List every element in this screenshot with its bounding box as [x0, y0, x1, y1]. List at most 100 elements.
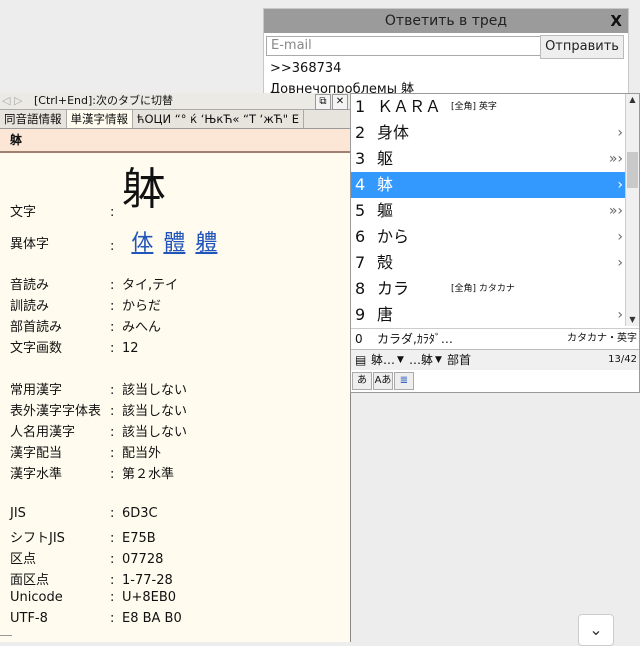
moji-row: 文字:	[10, 201, 122, 220]
row-value: 12	[122, 341, 139, 356]
row-label: JIS	[10, 506, 26, 521]
candidate-item[interactable]: 6 から ›	[351, 224, 627, 250]
scroll-up-icon[interactable]: ▲	[626, 94, 639, 106]
candidate-number: 4	[355, 175, 366, 194]
candidate-status-bar: ▤ 躰… ▼ …躰 ▼ 部首 13/42	[351, 349, 639, 370]
close-icon[interactable]: ✕	[332, 94, 348, 110]
candidate-word: カラ	[377, 279, 410, 298]
candidate-list: 1 ＫＡＲＡ [全角] 英字 2 身体 › 3 躯 »› 4 躰 › 5 軀 »› 6 から › 7 殻 ›…	[351, 94, 627, 328]
itaiji-row: 異体字	[10, 233, 110, 252]
variant-link[interactable]: 體	[163, 231, 185, 256]
email-field[interactable]: E-mail	[266, 36, 544, 56]
copy-icon[interactable]: ⧉	[315, 94, 331, 110]
candidate-item[interactable]: 8 カラ [全角] カタカナ	[351, 276, 627, 302]
candidate-word: 躯	[377, 149, 394, 168]
candidate-item[interactable]: 2 身体 ›	[351, 120, 627, 146]
info-row: 常用漢字: 該当しない	[10, 379, 187, 398]
candidate-scrollbar[interactable]: ▲ ▼	[625, 94, 639, 326]
candidate-number: 3	[355, 149, 366, 168]
status-kanji-lookup-2[interactable]: …躰	[409, 350, 433, 370]
row-label: 音読み	[10, 278, 50, 293]
expand-arrow-icon: ›	[617, 229, 623, 245]
expand-arrow-icon: ›	[617, 255, 623, 271]
row-label: Unicode	[10, 590, 63, 605]
info-row: Unicode: U+8EB0	[10, 590, 177, 605]
row-value: みへん	[122, 320, 162, 335]
info-row: 漢字水準: 第２水準	[10, 463, 174, 482]
row-label: シフトJIS	[10, 531, 65, 546]
send-button[interactable]: Отправить	[540, 35, 624, 59]
row-label: 文字画数	[10, 341, 63, 356]
variant-link[interactable]: 体	[131, 231, 153, 256]
candidate-preview[interactable]: 0 カラダ,ｶﾗﾀﾞ… カタカナ・英字	[351, 328, 639, 349]
candidate-number: 9	[355, 305, 366, 324]
input-mode-bar: あ Aあ ≣	[351, 372, 414, 392]
row-value: 1-77-28	[122, 573, 173, 588]
candidate-item[interactable]: 1 ＫＡＲＡ [全角] 英字	[351, 94, 627, 120]
candidate-item[interactable]: 5 軀 »›	[351, 198, 627, 224]
candidate-item-selected[interactable]: 4 躰 ›	[351, 172, 627, 198]
candidate-word: 唐	[377, 305, 394, 324]
row-label: 表外漢字字体表	[10, 404, 102, 419]
expand-arrow-icon: »›	[608, 203, 623, 219]
candidate-number: 7	[355, 253, 366, 272]
scroll-thumb[interactable]	[627, 152, 638, 188]
dropdown-icon[interactable]: ▼	[435, 350, 442, 370]
row-label: 漢字水準	[10, 467, 63, 482]
candidate-word: 身体	[377, 123, 410, 142]
row-label: 漢字配当	[10, 446, 63, 461]
row-label: UTF-8	[10, 611, 48, 626]
variant-list: : 体體軆	[110, 231, 218, 256]
candidate-item[interactable]: 7 殻 ›	[351, 250, 627, 276]
row-label: 区点	[10, 552, 37, 567]
row-value: タイ,テイ	[122, 278, 179, 293]
scroll-down-icon[interactable]: ▼	[626, 314, 639, 326]
info-row: UTF-8: E8 BA B0	[10, 611, 182, 626]
kanji-dictionary-window: ◁ ▷ [Ctrl+End]:次のタブに切替 ⧉ ✕ 同音語情報 単漢字情報 ћОЦИ…	[0, 93, 351, 642]
hiragana-mode-icon[interactable]: あ	[352, 372, 372, 390]
variant-link[interactable]: 軆	[195, 231, 217, 256]
dropdown-icon[interactable]: ▼	[397, 350, 404, 370]
reply-title: Ответить в тред	[384, 13, 508, 29]
row-value: 07728	[122, 552, 164, 567]
info-row: 訓読み: からだ	[10, 295, 161, 314]
info-row: 人名用漢字: 該当しない	[10, 421, 187, 440]
chevron-down-icon[interactable]: ⌄	[578, 614, 614, 646]
tab-kanji-info[interactable]: 単漢字情報	[66, 110, 133, 128]
candidate-count: 13/42	[608, 354, 637, 365]
dict-header: 躰	[0, 129, 350, 153]
itaiji-label: 異体字	[10, 237, 50, 252]
reply-quote: >>368734	[270, 61, 342, 76]
tab-other[interactable]: ћОЦИ “° ќ ‘ЊкЋ« “Т ‘жЋ" Е	[133, 110, 304, 128]
info-row: 区点:07728	[10, 548, 163, 567]
candidate-word: 躰	[377, 175, 394, 194]
alnum-mode-icon[interactable]: Aあ	[373, 372, 393, 390]
row-value: 第２水準	[122, 467, 175, 482]
tab-switch-hint: [Ctrl+End]:次のタブに切替	[34, 94, 173, 107]
nav-arrows-icon[interactable]: ◁ ▷	[2, 93, 22, 109]
expand-arrow-icon: ›	[617, 125, 623, 141]
candidate-word: 軀	[377, 201, 394, 220]
candidate-item[interactable]: 9 唐 ›	[351, 302, 627, 328]
status-radical[interactable]: 部首	[447, 350, 471, 370]
info-row: 部首読み: みへん	[10, 316, 161, 335]
candidate-number: 1	[355, 97, 366, 116]
info-row: 文字画数:12	[10, 337, 139, 356]
close-button[interactable]: X	[610, 9, 622, 33]
candidate-word: 殻	[377, 253, 394, 272]
expand-arrow-icon: »›	[608, 151, 623, 167]
resize-grip[interactable]	[0, 635, 12, 642]
candidate-number: 8	[355, 279, 366, 298]
document-icon[interactable]: ▤	[355, 350, 366, 370]
list-mode-icon[interactable]: ≣	[394, 372, 414, 390]
dict-toolbar: ◁ ▷ [Ctrl+End]:次のタブに切替 ⧉ ✕	[0, 93, 350, 110]
row-label: 面区点	[10, 573, 50, 588]
row-value: からだ	[122, 299, 162, 314]
candidate-word: ＫＡＲＡ	[377, 97, 442, 116]
candidate-item[interactable]: 3 躯 »›	[351, 146, 627, 172]
info-row: シフトJIS: E75B	[10, 527, 156, 546]
preview-type: カタカナ・英字	[567, 333, 637, 344]
row-label: 部首読み	[10, 320, 63, 335]
status-kanji-lookup[interactable]: 躰…	[371, 350, 395, 370]
tab-homonym[interactable]: 同音語情報	[0, 110, 67, 128]
